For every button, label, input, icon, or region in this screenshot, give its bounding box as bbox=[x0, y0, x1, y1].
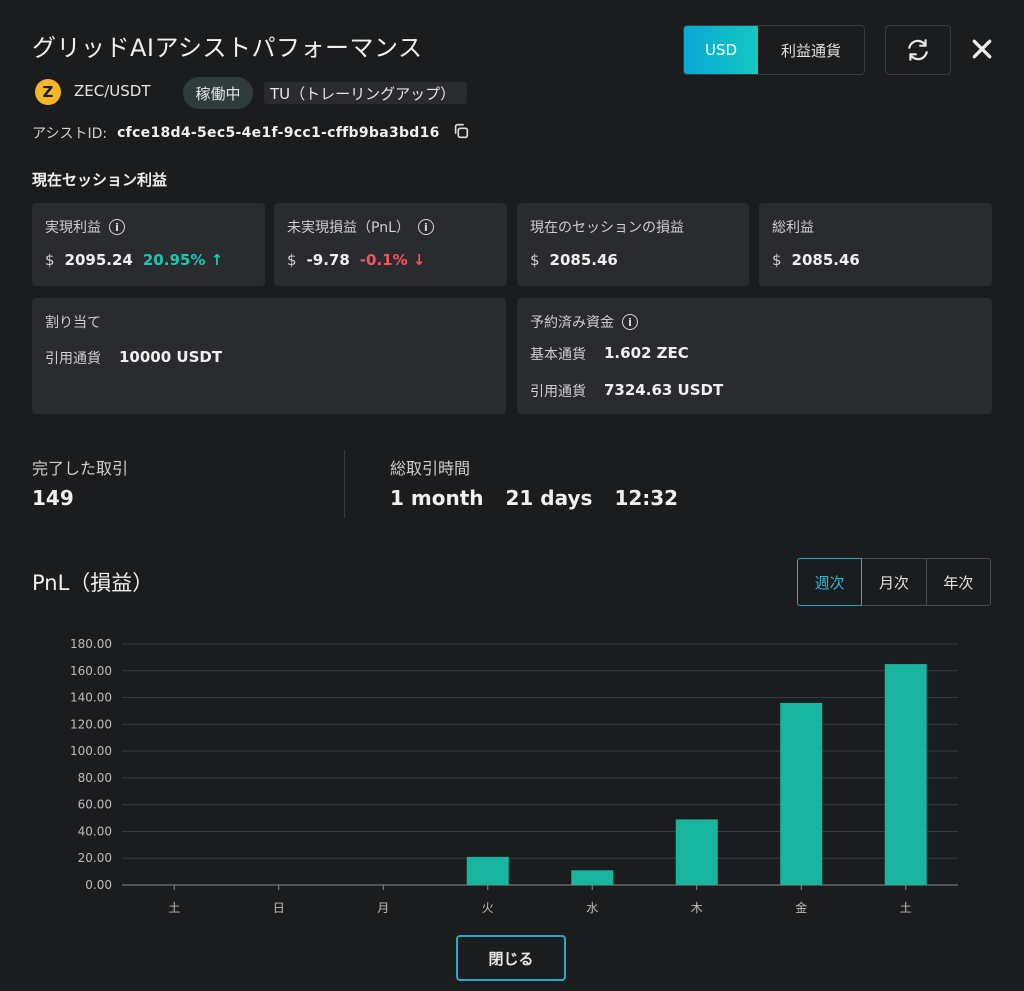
bar bbox=[571, 870, 614, 885]
reserved-label: 予約済み資金 bbox=[530, 315, 614, 331]
reserved-quote-label: 引用通貨 bbox=[530, 384, 586, 400]
session-pnl-value: 2085.46 bbox=[549, 251, 618, 269]
currency-usd-option[interactable]: USD bbox=[684, 26, 758, 74]
status-badge: 稼働中 bbox=[183, 77, 253, 109]
currency-symbol: $ bbox=[45, 251, 55, 269]
stats-divider bbox=[344, 450, 345, 518]
currency-toggle[interactable]: USD 利益通貨 bbox=[683, 25, 865, 75]
period-yearly[interactable]: 年次 bbox=[925, 558, 991, 606]
completed-trades-label: 完了した取引 bbox=[32, 459, 129, 478]
reserved-base-label: 基本通貨 bbox=[530, 347, 586, 363]
currency-symbol: $ bbox=[287, 251, 297, 269]
refresh-button[interactable] bbox=[885, 25, 951, 75]
session-pnl-card: 現在のセッションの損益 $ 2085.46 bbox=[517, 203, 749, 286]
copy-button[interactable] bbox=[452, 122, 470, 144]
time-days: 21 days bbox=[505, 486, 593, 510]
close-icon bbox=[972, 39, 992, 59]
unrealized-value: -9.78 bbox=[306, 251, 350, 269]
y-tick-label: 160.00 bbox=[70, 664, 112, 678]
total-time-value: 1 month 21 days 12:32 bbox=[390, 486, 678, 510]
unrealized-pct: -0.1% ↓ bbox=[359, 251, 426, 269]
reserved-quote-value: 7324.63 USDT bbox=[604, 381, 724, 399]
unrealized-label: 未実現損益（PnL） bbox=[287, 220, 410, 236]
assist-id-value: cfce18d4-5ec5-4e1f-9cc1-cffb9ba3bd16 bbox=[117, 125, 440, 141]
y-tick-label: 120.00 bbox=[70, 717, 112, 731]
realized-pct: 20.95% ↑ bbox=[142, 251, 224, 269]
bar bbox=[466, 856, 509, 885]
realized-label: 実現利益 bbox=[45, 220, 101, 236]
info-icon[interactable]: i bbox=[417, 219, 434, 235]
x-tick-label: 月 bbox=[377, 901, 389, 915]
assist-id-label: アシストID: bbox=[32, 126, 108, 142]
arrow-down-icon: ↓ bbox=[412, 251, 426, 269]
period-selector[interactable]: 週次 月次 年次 bbox=[797, 558, 991, 606]
currency-symbol: $ bbox=[772, 251, 782, 269]
period-weekly[interactable]: 週次 bbox=[797, 558, 863, 606]
total-label: 総利益 bbox=[772, 220, 814, 236]
bar bbox=[884, 664, 927, 885]
page-title: グリッドAIアシストパフォーマンス bbox=[32, 34, 423, 62]
close-dialog-button[interactable]: 閉じる bbox=[456, 935, 566, 981]
y-tick-label: 40.00 bbox=[78, 824, 112, 838]
x-tick-label: 木 bbox=[691, 901, 703, 915]
pnl-bar-chart: 0.00 20.00 40.00 60.00 80.00 100.00 120.00 140.… bbox=[70, 637, 958, 915]
x-tick-label: 日 bbox=[273, 901, 285, 915]
trading-pair: ZEC/USDT bbox=[74, 82, 151, 100]
y-tick-label: 180.00 bbox=[70, 637, 112, 651]
time-month: 1 month bbox=[390, 486, 484, 510]
zcash-icon: Z bbox=[35, 79, 61, 105]
bar bbox=[675, 819, 718, 885]
x-tick-label: 土 bbox=[168, 901, 180, 915]
total-value: 2085.46 bbox=[791, 251, 860, 269]
mode-badge: TU（トレーリングアップ） bbox=[264, 82, 468, 104]
copy-icon bbox=[454, 123, 468, 139]
arrow-up-icon: ↑ bbox=[210, 251, 224, 269]
reserved-funds-card: 予約済み資金 i 基本通貨 1.602 ZEC 引用通貨 7324.63 USDT bbox=[517, 298, 992, 414]
allocation-quote-value: 10000 USDT bbox=[119, 348, 223, 366]
period-monthly[interactable]: 月次 bbox=[861, 558, 927, 606]
info-icon[interactable]: i bbox=[109, 219, 125, 235]
x-tick-label: 水 bbox=[586, 901, 598, 915]
time-clock: 12:32 bbox=[614, 486, 679, 510]
allocation-label: 割り当て bbox=[45, 315, 101, 331]
assist-id-row: アシストID: cfce18d4-5ec5-4e1f-9cc1-cffb9ba3… bbox=[32, 122, 470, 144]
realized-value: 2095.24 bbox=[64, 251, 133, 269]
currency-symbol: $ bbox=[530, 251, 540, 269]
y-tick-label: 0.00 bbox=[85, 878, 112, 892]
completed-trades-value: 149 bbox=[32, 486, 74, 510]
allocation-quote-label: 引用通貨 bbox=[45, 351, 101, 367]
refresh-icon bbox=[908, 39, 928, 61]
session-title: 現在セッション利益 bbox=[32, 171, 168, 189]
y-tick-label: 140.00 bbox=[70, 691, 112, 705]
x-tick-label: 土 bbox=[900, 901, 912, 915]
currency-profit-option[interactable]: 利益通貨 bbox=[758, 26, 864, 74]
y-tick-label: 80.00 bbox=[78, 771, 112, 785]
info-icon[interactable]: i bbox=[622, 314, 638, 330]
y-tick-label: 20.00 bbox=[78, 851, 112, 865]
y-tick-label: 60.00 bbox=[78, 798, 112, 812]
allocation-card: 割り当て 引用通貨 10000 USDT bbox=[32, 298, 506, 414]
total-profit-card: 総利益 $ 2085.46 bbox=[759, 203, 992, 286]
x-tick-label: 火 bbox=[482, 901, 494, 915]
bar bbox=[780, 702, 823, 885]
pnl-title: PnL（損益） bbox=[32, 571, 154, 595]
close-button[interactable] bbox=[966, 33, 998, 65]
y-tick-label: 100.00 bbox=[70, 744, 112, 758]
reserved-base-value: 1.602 ZEC bbox=[604, 344, 689, 362]
unrealized-pnl-card: 未実現損益（PnL） i $ -9.78 -0.1% ↓ bbox=[274, 203, 507, 286]
session-pnl-label: 現在のセッションの損益 bbox=[530, 220, 684, 236]
realized-profit-card: 実現利益 i $ 2095.24 20.95% ↑ bbox=[32, 203, 265, 286]
x-tick-label: 金 bbox=[795, 900, 807, 915]
total-time-label: 総取引時間 bbox=[390, 459, 471, 478]
